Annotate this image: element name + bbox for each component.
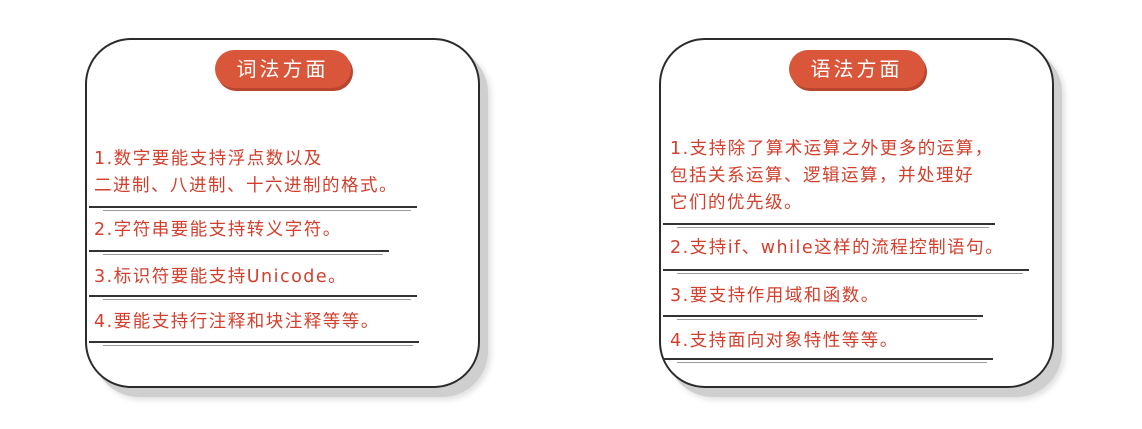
list-item: 1.支持除了算术运算之外更多的运算， 包括关系运算、逻辑运算，并处理好 它们的优… — [670, 136, 994, 217]
item-line: 包括关系运算、逻辑运算，并处理好 — [670, 166, 974, 186]
underline-divider — [89, 341, 419, 346]
underline-divider — [89, 250, 389, 255]
item-line: 1.支持除了算术运算之外更多的运算， — [670, 139, 994, 159]
underline-divider — [89, 295, 417, 300]
underline-divider — [89, 206, 417, 211]
item-line: 它们的优先级。 — [670, 193, 803, 213]
list-item: 1.数字要能支持浮点数以及 二进制、八进制、十六进制的格式。 — [94, 146, 398, 200]
item-line: 二进制、八进制、十六进制的格式。 — [94, 176, 398, 196]
underline-divider — [663, 358, 993, 363]
item-line: 4.支持面向对象特性等等。 — [670, 331, 899, 351]
syntax-card: 语法方面 1.支持除了算术运算之外更多的运算， 包括关系运算、逻辑运算，并处理好… — [659, 38, 1054, 388]
item-line: 3.要支持作用域和函数。 — [670, 286, 880, 306]
list-item: 3.标识符要能支持Unicode。 — [94, 264, 347, 291]
item-line: 4.要能支持行注释和块注释等等。 — [94, 312, 380, 332]
list-item: 3.要支持作用域和函数。 — [670, 283, 880, 310]
item-line: 3.标识符要能支持Unicode。 — [94, 267, 348, 287]
list-item: 2.支持if、while这样的流程控制语句。 — [670, 235, 1004, 262]
list-item: 2.字符串要能支持转义字符。 — [94, 217, 342, 244]
card-title: 词法方面 — [214, 50, 351, 88]
item-line: 2.字符串要能支持转义字符。 — [94, 220, 342, 240]
underline-divider — [663, 223, 995, 228]
item-line: 2.支持if、while这样的流程控制语句。 — [670, 238, 1005, 258]
card-title: 语法方面 — [788, 50, 925, 88]
list-item: 4.支持面向对象特性等等。 — [670, 328, 899, 355]
list-item: 4.要能支持行注释和块注释等等。 — [94, 309, 380, 336]
item-line: 1.数字要能支持浮点数以及 — [94, 149, 323, 169]
lexical-card: 词法方面 1.数字要能支持浮点数以及 二进制、八进制、十六进制的格式。 2.字符… — [85, 38, 480, 388]
underline-divider — [663, 315, 983, 320]
underline-divider — [663, 269, 1029, 274]
